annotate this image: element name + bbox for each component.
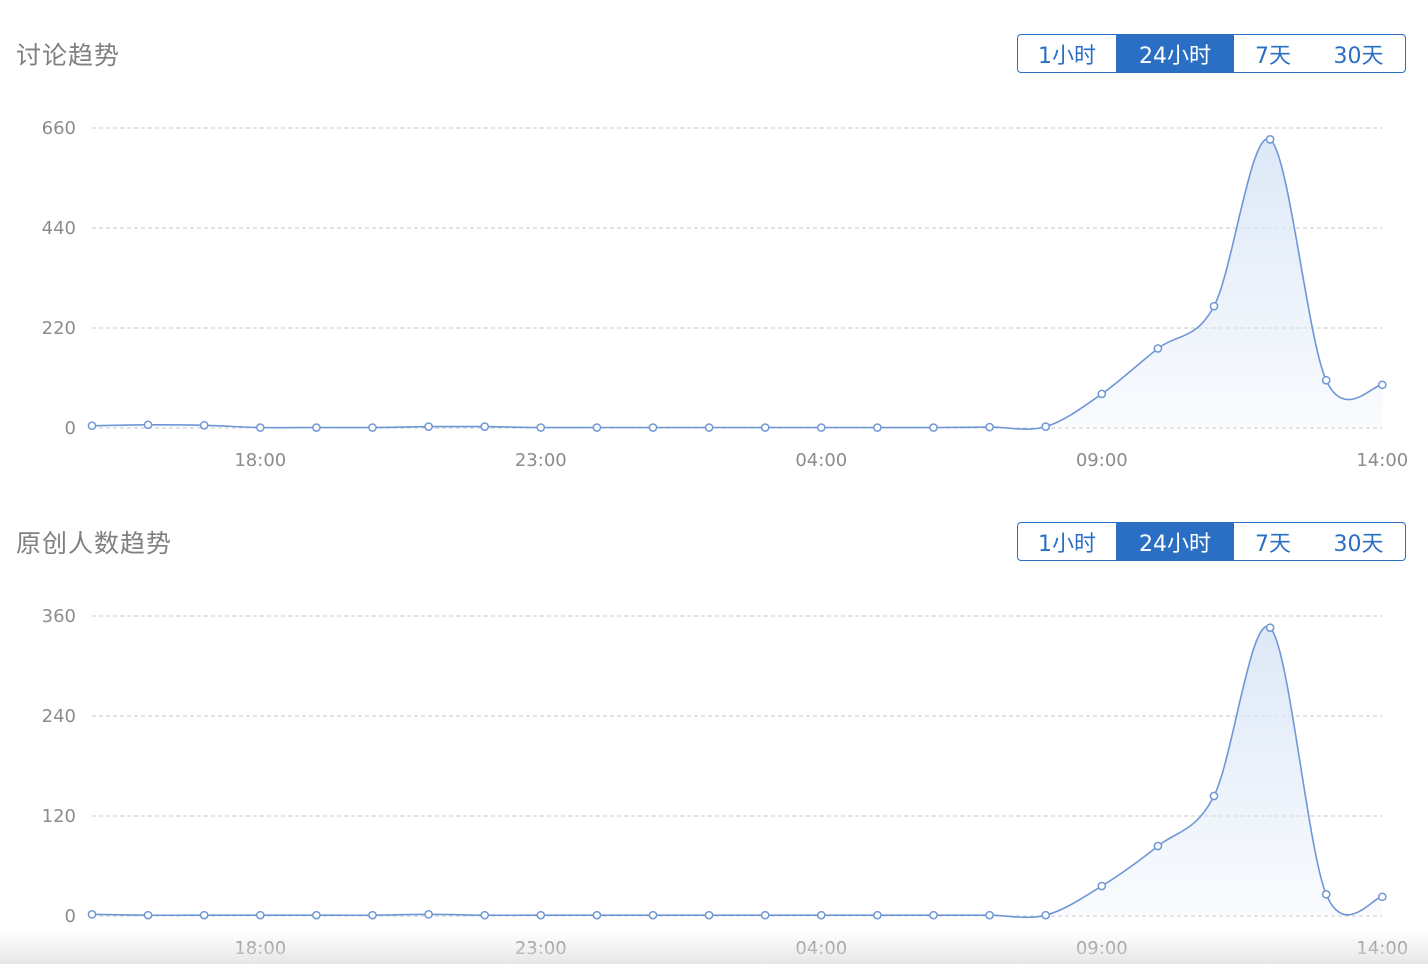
data-point[interactable] <box>704 423 714 432</box>
y-tick-label: 120 <box>42 806 76 827</box>
x-tick-label: 23:00 <box>515 450 567 471</box>
y-tick-label: 0 <box>65 906 76 927</box>
data-point[interactable] <box>199 910 209 920</box>
data-point[interactable] <box>87 909 97 919</box>
data-point[interactable] <box>368 910 377 920</box>
data-point[interactable] <box>704 910 714 920</box>
data-point[interactable] <box>87 421 97 431</box>
data-point[interactable] <box>199 420 209 430</box>
x-tick-label: 18:00 <box>234 450 286 471</box>
y-tick-label: 0 <box>65 418 76 439</box>
data-point[interactable] <box>536 910 546 920</box>
discussion-trend-panel: 讨论趋势 1小时 24小时 7天 30天 0 220 440 660 18:00 23:0… <box>0 0 1428 488</box>
x-tick-label: 23:00 <box>515 938 567 959</box>
data-point[interactable] <box>1321 889 1331 899</box>
data-point[interactable] <box>1153 841 1163 851</box>
y-tick-label: 440 <box>42 218 76 239</box>
data-point[interactable] <box>1041 910 1051 920</box>
data-point[interactable] <box>312 423 321 432</box>
y-tick-label: 240 <box>42 706 76 727</box>
data-point[interactable] <box>368 423 377 432</box>
data-point[interactable] <box>480 910 490 920</box>
data-point[interactable] <box>929 423 938 432</box>
x-tick-label: 04:00 <box>795 938 847 959</box>
data-point[interactable] <box>873 423 882 432</box>
series-area <box>92 626 1383 918</box>
x-tick-label: 14:00 <box>1356 938 1408 959</box>
data-point[interactable] <box>1097 389 1107 399</box>
data-point[interactable] <box>1377 380 1387 390</box>
y-tick-label: 360 <box>42 606 76 627</box>
data-point[interactable] <box>1265 135 1275 144</box>
x-tick-label: 09:00 <box>1076 450 1128 471</box>
data-point[interactable] <box>816 423 826 432</box>
data-point[interactable] <box>255 910 265 920</box>
data-point[interactable] <box>1321 375 1331 385</box>
x-tick-label: 04:00 <box>795 450 847 471</box>
series-area <box>92 138 1383 430</box>
x-tick-label: 18:00 <box>234 938 286 959</box>
data-point[interactable] <box>985 910 994 920</box>
data-point[interactable] <box>312 910 321 920</box>
data-point[interactable] <box>143 910 153 920</box>
data-point[interactable] <box>424 422 433 431</box>
data-point[interactable] <box>816 910 826 920</box>
data-point[interactable] <box>648 423 658 432</box>
data-point[interactable] <box>1097 881 1107 891</box>
data-point[interactable] <box>929 910 938 920</box>
data-point[interactable] <box>255 423 265 432</box>
data-point[interactable] <box>480 422 490 431</box>
discussion-trend-chart: 0 220 440 660 18:00 23:00 04:00 09:00 14:00 <box>42 118 1409 471</box>
x-tick-label: 14:00 <box>1356 450 1408 471</box>
data-point[interactable] <box>1041 422 1051 431</box>
data-point[interactable] <box>1153 344 1163 353</box>
data-point[interactable] <box>873 910 882 920</box>
original-users-trend-panel: 原创人数趋势 1小时 24小时 7天 30天 0 120 240 360 18:00 23… <box>0 488 1428 976</box>
y-tick-label: 660 <box>42 118 76 139</box>
data-point[interactable] <box>536 423 546 432</box>
data-point[interactable] <box>1209 791 1219 801</box>
data-point[interactable] <box>648 910 658 920</box>
data-point[interactable] <box>760 910 770 920</box>
data-point[interactable] <box>1377 892 1387 902</box>
data-point[interactable] <box>1209 301 1219 311</box>
data-point[interactable] <box>760 423 770 432</box>
x-tick-label: 09:00 <box>1076 938 1128 959</box>
original-users-trend-chart: 0 120 240 360 18:00 23:00 04:00 09:00 14:00 <box>42 606 1409 959</box>
data-point[interactable] <box>592 423 602 432</box>
data-point[interactable] <box>143 420 153 430</box>
data-point[interactable] <box>424 909 433 919</box>
data-point[interactable] <box>592 910 602 920</box>
data-point[interactable] <box>1265 623 1275 633</box>
y-tick-label: 220 <box>42 318 76 339</box>
data-point[interactable] <box>985 422 994 432</box>
